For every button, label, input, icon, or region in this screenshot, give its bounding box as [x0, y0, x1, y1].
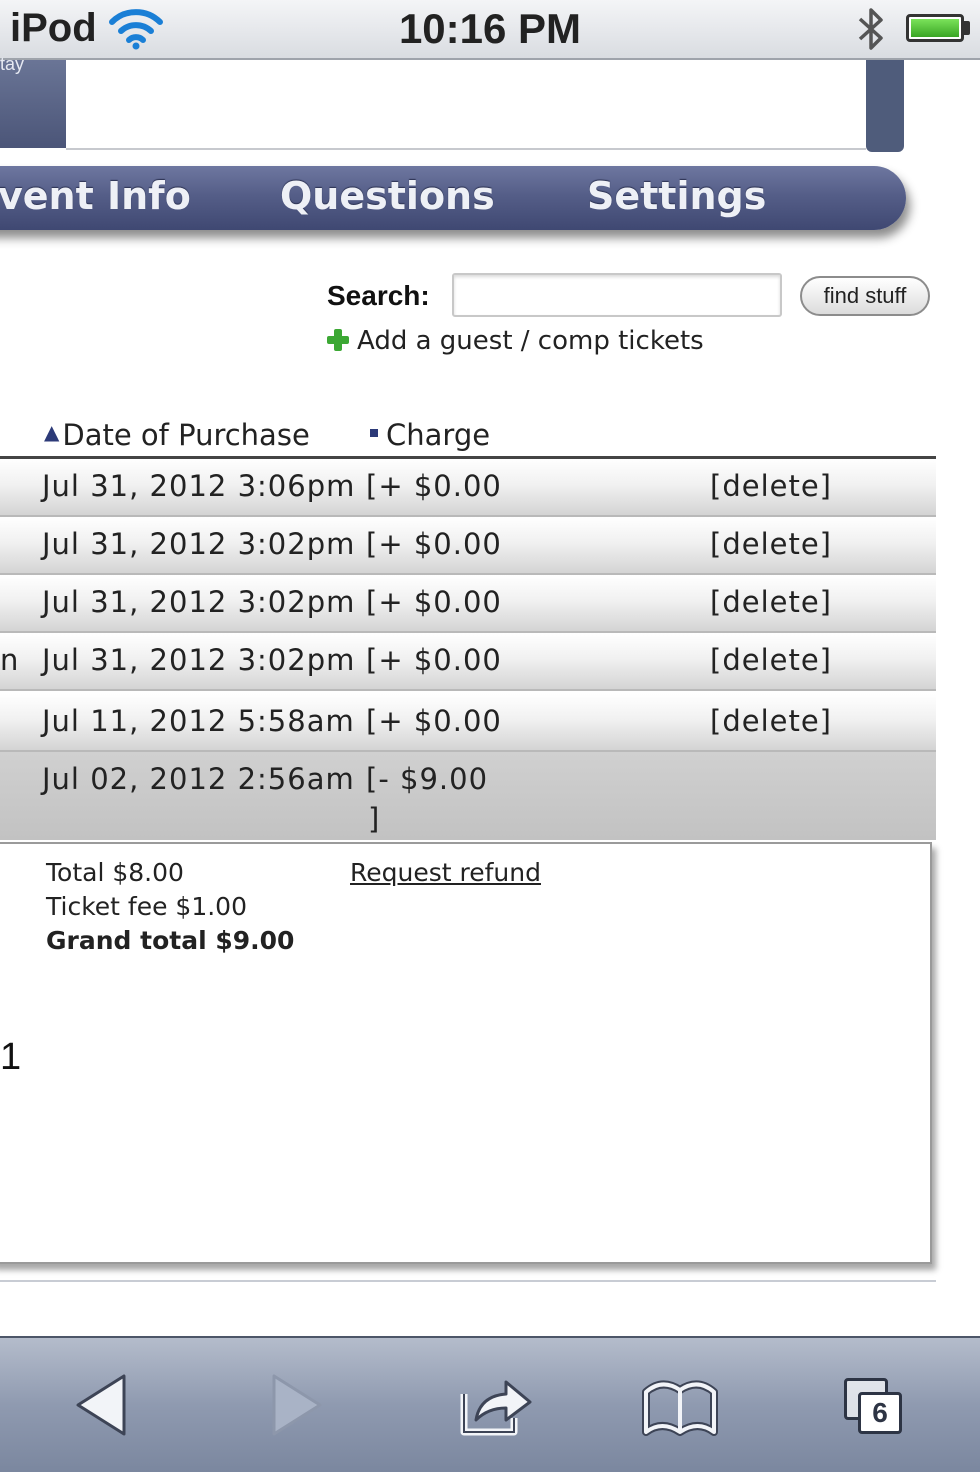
- total-line: Total $8.00: [46, 858, 184, 887]
- clock: 10:16 PM: [398, 5, 582, 52]
- table-row[interactable]: Jul 31, 2012 3:02pm [+ $0.00 [delete]: [0, 575, 936, 633]
- purchase-date: Jul 31, 2012 3:02pm: [42, 527, 356, 561]
- request-refund-link[interactable]: Request refund: [350, 858, 541, 887]
- add-guest-link[interactable]: Add a guest / comp tickets: [327, 326, 704, 356]
- delete-link[interactable]: [delete]: [710, 643, 832, 677]
- purchase-date: Jul 02, 2012 2:56am: [42, 762, 355, 796]
- table-row[interactable]: Jul 31, 2012 3:02pm [+ $0.00 [delete]: [0, 517, 936, 575]
- tab-settings[interactable]: Settings: [587, 174, 766, 218]
- row-left-fragment: n: [0, 643, 19, 677]
- table-row[interactable]: Jul 11, 2012 5:58am [+ $0.00 [delete]: [0, 694, 936, 752]
- table-row-selected[interactable]: Jul 02, 2012 2:56am [- $9.00 ]: [0, 752, 936, 840]
- delete-link[interactable]: [delete]: [710, 469, 832, 503]
- find-stuff-button[interactable]: find stuff: [800, 276, 930, 316]
- side-number: 1: [0, 1036, 22, 1078]
- purchase-date: Jul 11, 2012 5:58am: [42, 704, 355, 738]
- ticket-fee-line: Ticket fee $1.00: [46, 892, 247, 921]
- purchase-date: Jul 31, 2012 3:02pm: [42, 585, 356, 619]
- purchase-date: Jul 31, 2012 3:02pm: [42, 643, 356, 677]
- nav-bar: vent Info Questions Settings: [0, 166, 906, 230]
- column-header-charge-label: Charge: [386, 418, 491, 452]
- tab-count-badge[interactable]: 6: [858, 1392, 902, 1434]
- header-edge: [866, 60, 904, 152]
- battery-tip: [964, 21, 970, 35]
- delete-link[interactable]: [delete]: [710, 585, 832, 619]
- battery-icon: [906, 14, 964, 42]
- charge-amount: [+ $0.00: [366, 469, 502, 503]
- column-header-date-label: Date of Purchase: [62, 418, 310, 452]
- share-icon[interactable]: [456, 1370, 536, 1440]
- charge-amount: [+ $0.00: [366, 527, 502, 561]
- forward-icon[interactable]: [258, 1370, 338, 1440]
- back-icon[interactable]: [70, 1370, 150, 1440]
- bookmarks-icon[interactable]: [640, 1370, 720, 1440]
- delete-link[interactable]: [delete]: [710, 527, 832, 561]
- plus-icon: [327, 329, 349, 351]
- header-banner: [66, 60, 866, 150]
- add-guest-label: Add a guest / comp tickets: [357, 326, 704, 356]
- table-row[interactable]: Jul 31, 2012 3:06pm [+ $0.00 [delete]: [0, 459, 936, 517]
- charge-amount: [+ $0.00: [366, 704, 502, 738]
- status-bar: iPod 10:16 PM: [0, 0, 980, 60]
- charge-amount: [+ $0.00: [366, 585, 502, 619]
- tab-event-info[interactable]: vent Info: [0, 174, 191, 218]
- purchase-date: Jul 31, 2012 3:06pm: [42, 469, 356, 503]
- table-row[interactable]: n Jul 31, 2012 3:02pm [+ $0.00 [delete]: [0, 633, 936, 691]
- header-logo-area: tay: [0, 54, 66, 148]
- square-dot-icon: [370, 429, 378, 437]
- bluetooth-icon: [858, 8, 883, 50]
- delete-link[interactable]: [delete]: [710, 704, 832, 738]
- search-input[interactable]: [452, 273, 782, 317]
- column-header-charge[interactable]: Charge: [370, 418, 490, 452]
- charge-amount: [+ $0.00: [366, 643, 502, 677]
- tab-questions[interactable]: Questions: [280, 174, 495, 218]
- footer-divider: [0, 1280, 936, 1282]
- arrow-up-icon: ▲: [44, 420, 60, 444]
- search-label: Search:: [327, 280, 430, 311]
- header-fragment-text: tay: [0, 54, 25, 74]
- charge-amount: [- $9.00: [366, 762, 489, 796]
- charge-bracket: ]: [368, 802, 380, 836]
- grand-total-line: Grand total $9.00: [46, 926, 295, 955]
- column-header-date[interactable]: ▲ Date of Purchase: [44, 418, 310, 452]
